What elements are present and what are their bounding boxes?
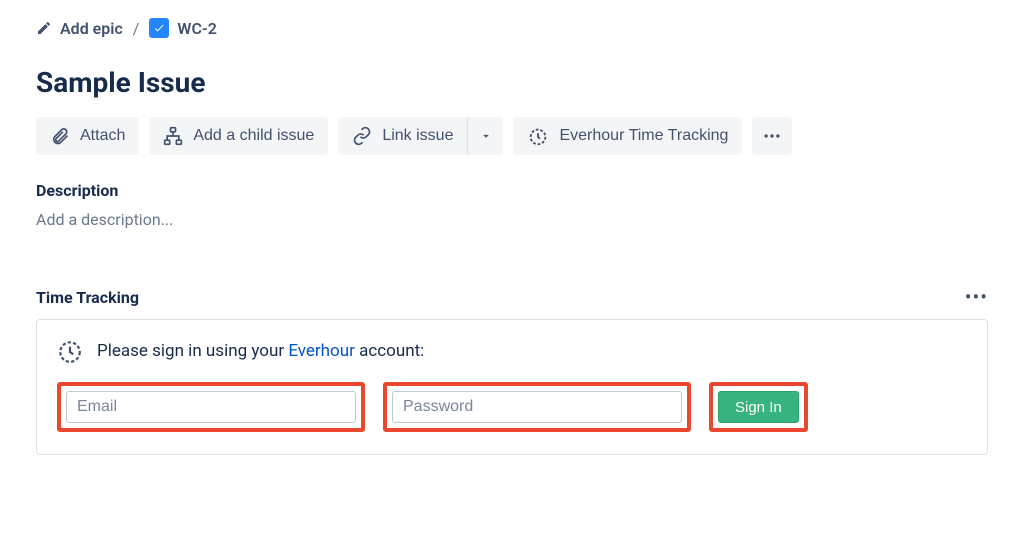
breadcrumb: Add epic / WC-2 (36, 18, 988, 38)
pencil-icon (36, 20, 52, 36)
time-tracking-header: Time Tracking ••• (36, 285, 988, 309)
signin-highlight: Sign In (709, 382, 808, 432)
add-epic-label: Add epic (60, 19, 123, 38)
link-issue-label: Link issue (382, 127, 453, 145)
attach-button[interactable]: Attach (36, 117, 139, 155)
link-issue-dropdown[interactable] (467, 117, 503, 155)
issue-toolbar: Attach Add a child issue Link issue Ever… (36, 117, 988, 155)
time-tracking-label: Time Tracking (36, 288, 139, 307)
email-highlight (57, 382, 365, 432)
password-input[interactable] (392, 391, 682, 423)
everhour-label: Everhour Time Tracking (559, 127, 728, 145)
link-issue-button[interactable]: Link issue (338, 117, 467, 155)
signin-form: Sign In (57, 382, 967, 432)
issue-key-label: WC-2 (177, 19, 217, 38)
link-issue-split: Link issue (338, 117, 503, 155)
signin-message: Please sign in using your Everhour accou… (57, 338, 967, 364)
signin-msg-prefix: Please sign in using your (97, 341, 288, 361)
description-label: Description (36, 181, 988, 200)
signin-button[interactable]: Sign In (718, 391, 799, 423)
issue-type-icon (149, 18, 169, 38)
chevron-down-icon (479, 129, 493, 143)
stopwatch-icon (57, 338, 83, 364)
issue-key-link[interactable]: WC-2 (149, 18, 217, 38)
signin-msg-suffix: account: (355, 341, 424, 361)
add-epic-link[interactable]: Add epic (36, 19, 123, 38)
everhour-button[interactable]: Everhour Time Tracking (513, 117, 742, 155)
attach-label: Attach (80, 127, 125, 145)
child-issue-icon (163, 126, 183, 146)
password-highlight (383, 382, 691, 432)
more-actions-button[interactable] (752, 117, 792, 155)
issue-title[interactable]: Sample Issue (36, 66, 988, 99)
time-tracking-more-button[interactable]: ••• (965, 285, 988, 309)
stopwatch-icon (527, 125, 549, 147)
attachment-icon (50, 126, 70, 146)
breadcrumb-separator: / (133, 19, 140, 38)
add-child-label: Add a child issue (193, 127, 314, 145)
time-tracking-panel: Please sign in using your Everhour accou… (36, 319, 988, 455)
link-icon (352, 126, 372, 146)
more-icon (762, 126, 782, 146)
email-input[interactable] (66, 391, 356, 423)
add-child-issue-button[interactable]: Add a child issue (149, 117, 328, 155)
description-input[interactable]: Add a description... (36, 210, 988, 229)
everhour-link[interactable]: Everhour (288, 341, 355, 361)
